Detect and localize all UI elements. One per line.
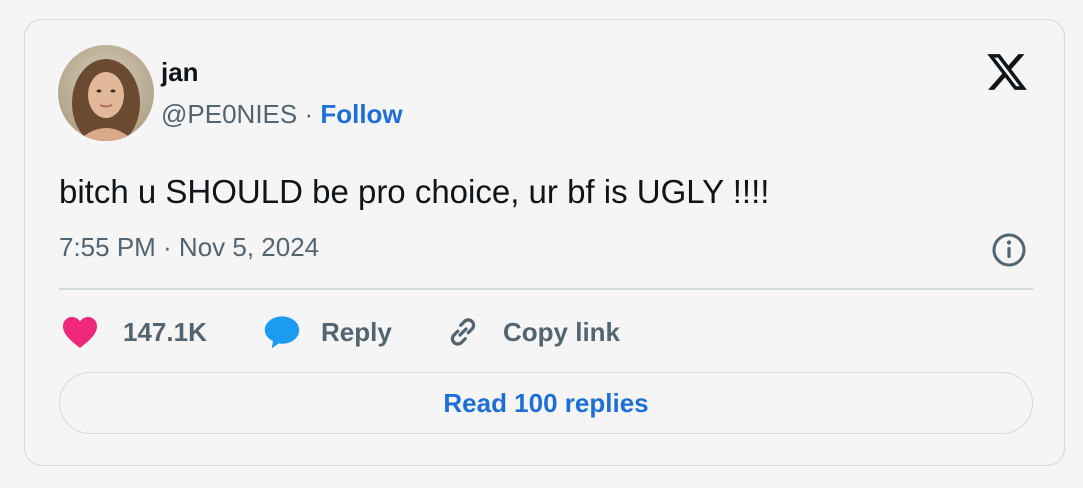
follow-link[interactable]: Follow [320,99,402,129]
tweet-timestamp[interactable]: 7:55 PM · Nov 5, 2024 [59,231,319,263]
reply-label: Reply [321,316,392,347]
x-logo-icon[interactable] [985,50,1029,94]
like-count: 147.1K [123,316,207,347]
read-replies-label: Read 100 replies [443,387,649,418]
heart-icon [63,317,97,348]
avatar-photo-icon [58,45,154,141]
speech-bubble-icon [264,316,300,349]
divider [59,288,1033,290]
reply-button[interactable]: Reply [263,310,392,354]
copy-link-button[interactable]: Copy link [445,310,620,354]
author-handle[interactable]: @PE0NIES [161,99,297,129]
link-icon [450,318,476,346]
info-icon[interactable] [991,232,1027,268]
avatar[interactable] [58,45,154,141]
tweet-card: jan @PE0NIES · Follow bitch u SHOULD be … [24,19,1065,466]
author-handle-row: @PE0NIES · Follow [161,98,403,130]
like-button[interactable]: 147.1K [61,310,207,354]
tweet-text: bitch u SHOULD be pro choice, ur bf is U… [59,173,770,210]
author-name[interactable]: jan [161,57,199,87]
read-replies-button[interactable]: Read 100 replies [59,372,1033,434]
handle-separator: · [297,99,321,129]
copy-link-label: Copy link [503,316,621,347]
